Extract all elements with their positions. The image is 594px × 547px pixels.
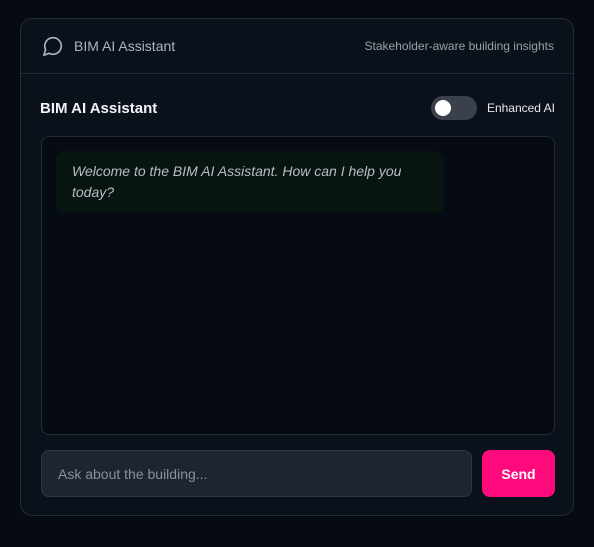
enhanced-ai-toggle[interactable] bbox=[430, 96, 477, 120]
panel-title: BIM AI Assistant bbox=[40, 99, 158, 117]
toggle-knob bbox=[434, 100, 451, 116]
enhanced-ai-control: Enhanced AI bbox=[430, 96, 555, 120]
panel-titlebar: BIM AI Assistant Enhanced AI bbox=[40, 95, 555, 121]
chat-input[interactable] bbox=[41, 450, 472, 497]
card-header: BIM AI Assistant Stakeholder-aware build… bbox=[21, 19, 573, 74]
header-brand: BIM AI Assistant bbox=[42, 35, 175, 57]
assistant-message: Welcome to the BIM AI Assistant. How can… bbox=[56, 151, 444, 213]
send-button[interactable]: Send bbox=[482, 450, 555, 497]
header-subtitle: Stakeholder-aware building insights bbox=[364, 39, 554, 53]
enhanced-ai-label: Enhanced AI bbox=[486, 101, 555, 115]
chat-log[interactable]: Welcome to the BIM AI Assistant. How can… bbox=[41, 136, 555, 435]
chat-bubble-icon bbox=[42, 35, 64, 57]
header-title: BIM AI Assistant bbox=[74, 38, 176, 54]
